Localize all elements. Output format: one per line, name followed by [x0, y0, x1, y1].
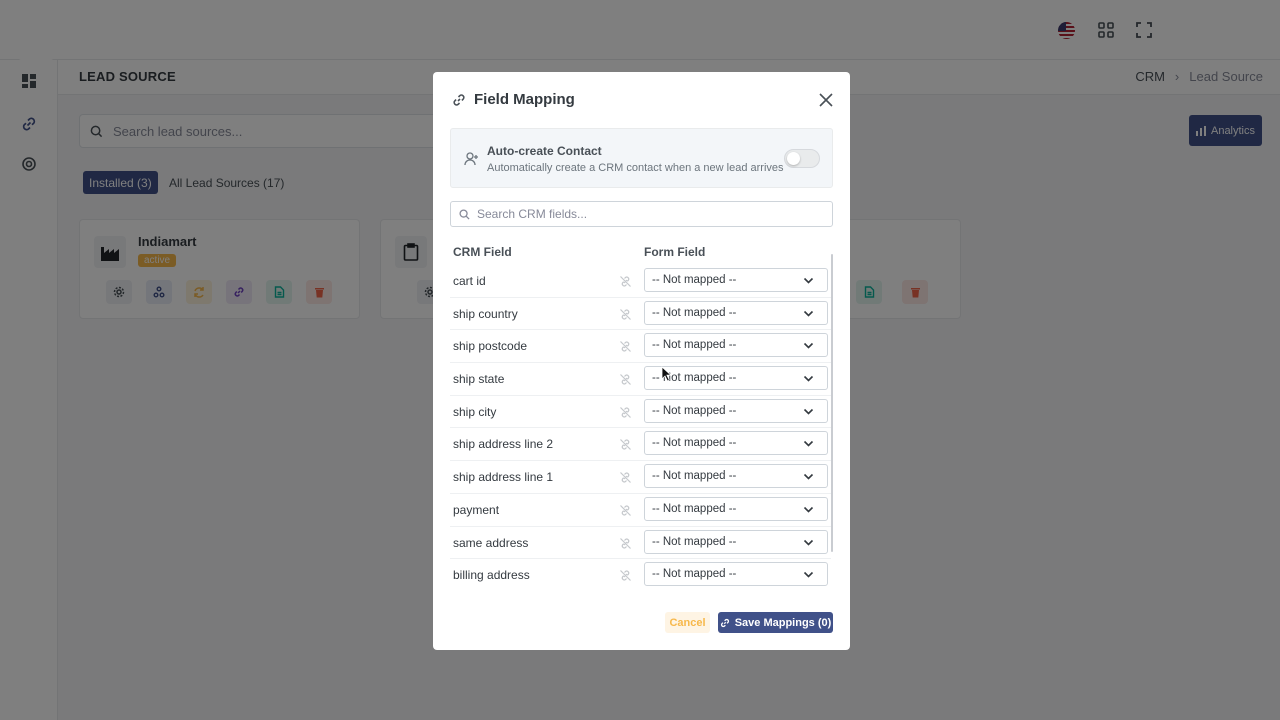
- mouse-cursor-icon: [661, 366, 672, 382]
- crm-field-label: ship country: [453, 306, 518, 321]
- select-value: -- Not mapped --: [652, 568, 737, 581]
- chevron-down-icon: [803, 572, 814, 578]
- form-field-select[interactable]: -- Not mapped --: [644, 496, 828, 521]
- chevron-down-icon: [803, 474, 814, 480]
- crm-field-label: ship postcode: [453, 339, 528, 354]
- form-field-select[interactable]: -- Not mapped --: [644, 398, 828, 423]
- mapping-row: ship city -- Not mapped --: [450, 396, 831, 429]
- modal-title-text: Field Mapping: [474, 91, 575, 108]
- mapping-row: billing address -- Not mapped --: [450, 559, 831, 592]
- auto-create-toggle[interactable]: [784, 149, 820, 168]
- field-mapping-modal: Field Mapping Auto-create Contact Automa…: [433, 72, 850, 650]
- save-mappings-label: Save Mappings (0): [734, 616, 832, 629]
- unlink-icon[interactable]: [619, 471, 632, 484]
- mapping-row: payment -- Not mapped --: [450, 494, 831, 527]
- unlink-icon[interactable]: [619, 340, 632, 353]
- search-icon: [459, 208, 470, 220]
- user-plus-icon: [464, 152, 478, 166]
- unlink-icon[interactable]: [619, 504, 632, 517]
- crm-field-search-input[interactable]: Search CRM fields...: [450, 201, 833, 227]
- auto-create-contact-panel: Auto-create Contact Automatically create…: [450, 128, 833, 188]
- crm-field-label: billing address: [453, 568, 530, 583]
- select-value: -- Not mapped --: [652, 306, 737, 319]
- close-icon[interactable]: [818, 92, 834, 108]
- form-field-select[interactable]: -- Not mapped --: [644, 300, 828, 325]
- mapping-row: ship address line 1 -- Not mapped --: [450, 461, 831, 494]
- link-icon: [453, 93, 465, 106]
- crm-field-label: payment: [453, 502, 500, 517]
- form-field-select[interactable]: -- Not mapped --: [644, 464, 828, 489]
- chevron-down-icon: [803, 441, 814, 448]
- chevron-down-icon: [803, 310, 814, 317]
- unlink-icon[interactable]: [619, 406, 632, 419]
- select-value: -- Not mapped --: [652, 274, 737, 286]
- chevron-down-icon: [803, 539, 814, 546]
- select-value: -- Not mapped --: [652, 404, 737, 417]
- cancel-button[interactable]: Cancel: [665, 612, 710, 633]
- auto-create-subtitle: Automatically create a CRM contact when …: [487, 162, 784, 174]
- save-mappings-button[interactable]: Save Mappings (0): [718, 612, 833, 633]
- crm-field-label: ship address line 2: [453, 437, 554, 452]
- mapping-row: same address -- Not mapped --: [450, 527, 831, 560]
- form-field-column-header: Form Field: [644, 245, 706, 259]
- mapping-row: ship address line 2 -- Not mapped --: [450, 428, 831, 462]
- select-value: -- Not mapped --: [652, 339, 737, 352]
- form-field-select[interactable]: -- Not mapped --: [644, 529, 828, 554]
- unlink-icon[interactable]: [619, 373, 632, 386]
- mapping-row: ship state -- Not mapped --: [450, 363, 831, 396]
- crm-field-label: cart id: [453, 274, 486, 288]
- chevron-down-icon: [803, 375, 814, 382]
- chevron-down-icon: [803, 506, 814, 513]
- chevron-down-icon: [803, 277, 814, 284]
- crm-field-column-header: CRM Field: [453, 245, 512, 259]
- unlink-icon[interactable]: [619, 537, 632, 550]
- crm-search-placeholder: Search CRM fields...: [477, 207, 588, 221]
- select-value: -- Not mapped --: [652, 502, 737, 515]
- form-field-select[interactable]: -- Not mapped --: [644, 562, 828, 587]
- select-value: -- Not mapped --: [652, 470, 737, 483]
- mapping-row: cart id -- Not mapped --: [450, 265, 831, 298]
- select-value: -- Not mapped --: [652, 437, 737, 450]
- modal-title: Field Mapping: [452, 91, 575, 108]
- select-value: -- Not mapped --: [652, 535, 737, 548]
- crm-field-label: ship address line 1: [453, 470, 554, 485]
- form-field-select[interactable]: -- Not mapped --: [644, 431, 828, 456]
- crm-field-label: ship city: [453, 404, 497, 419]
- scrollbar[interactable]: [831, 254, 833, 552]
- form-field-select[interactable]: -- Not mapped --: [644, 268, 828, 292]
- crm-field-label: ship state: [453, 372, 505, 387]
- unlink-icon[interactable]: [619, 308, 632, 321]
- form-field-select[interactable]: -- Not mapped --: [644, 333, 828, 358]
- chevron-down-icon: [803, 343, 814, 350]
- auto-create-title: Auto-create Contact: [487, 144, 602, 158]
- chevron-down-icon: [803, 408, 814, 415]
- crm-field-label: same address: [453, 535, 529, 550]
- unlink-icon[interactable]: [619, 438, 632, 451]
- unlink-icon[interactable]: [619, 275, 632, 288]
- mapping-row: ship country -- Not mapped --: [450, 298, 831, 331]
- mapping-row: ship postcode -- Not mapped --: [450, 330, 831, 364]
- unlink-icon[interactable]: [619, 569, 632, 582]
- link-icon: [720, 618, 729, 627]
- mapping-table: cart id -- Not mapped -- ship country -- No…: [450, 265, 831, 592]
